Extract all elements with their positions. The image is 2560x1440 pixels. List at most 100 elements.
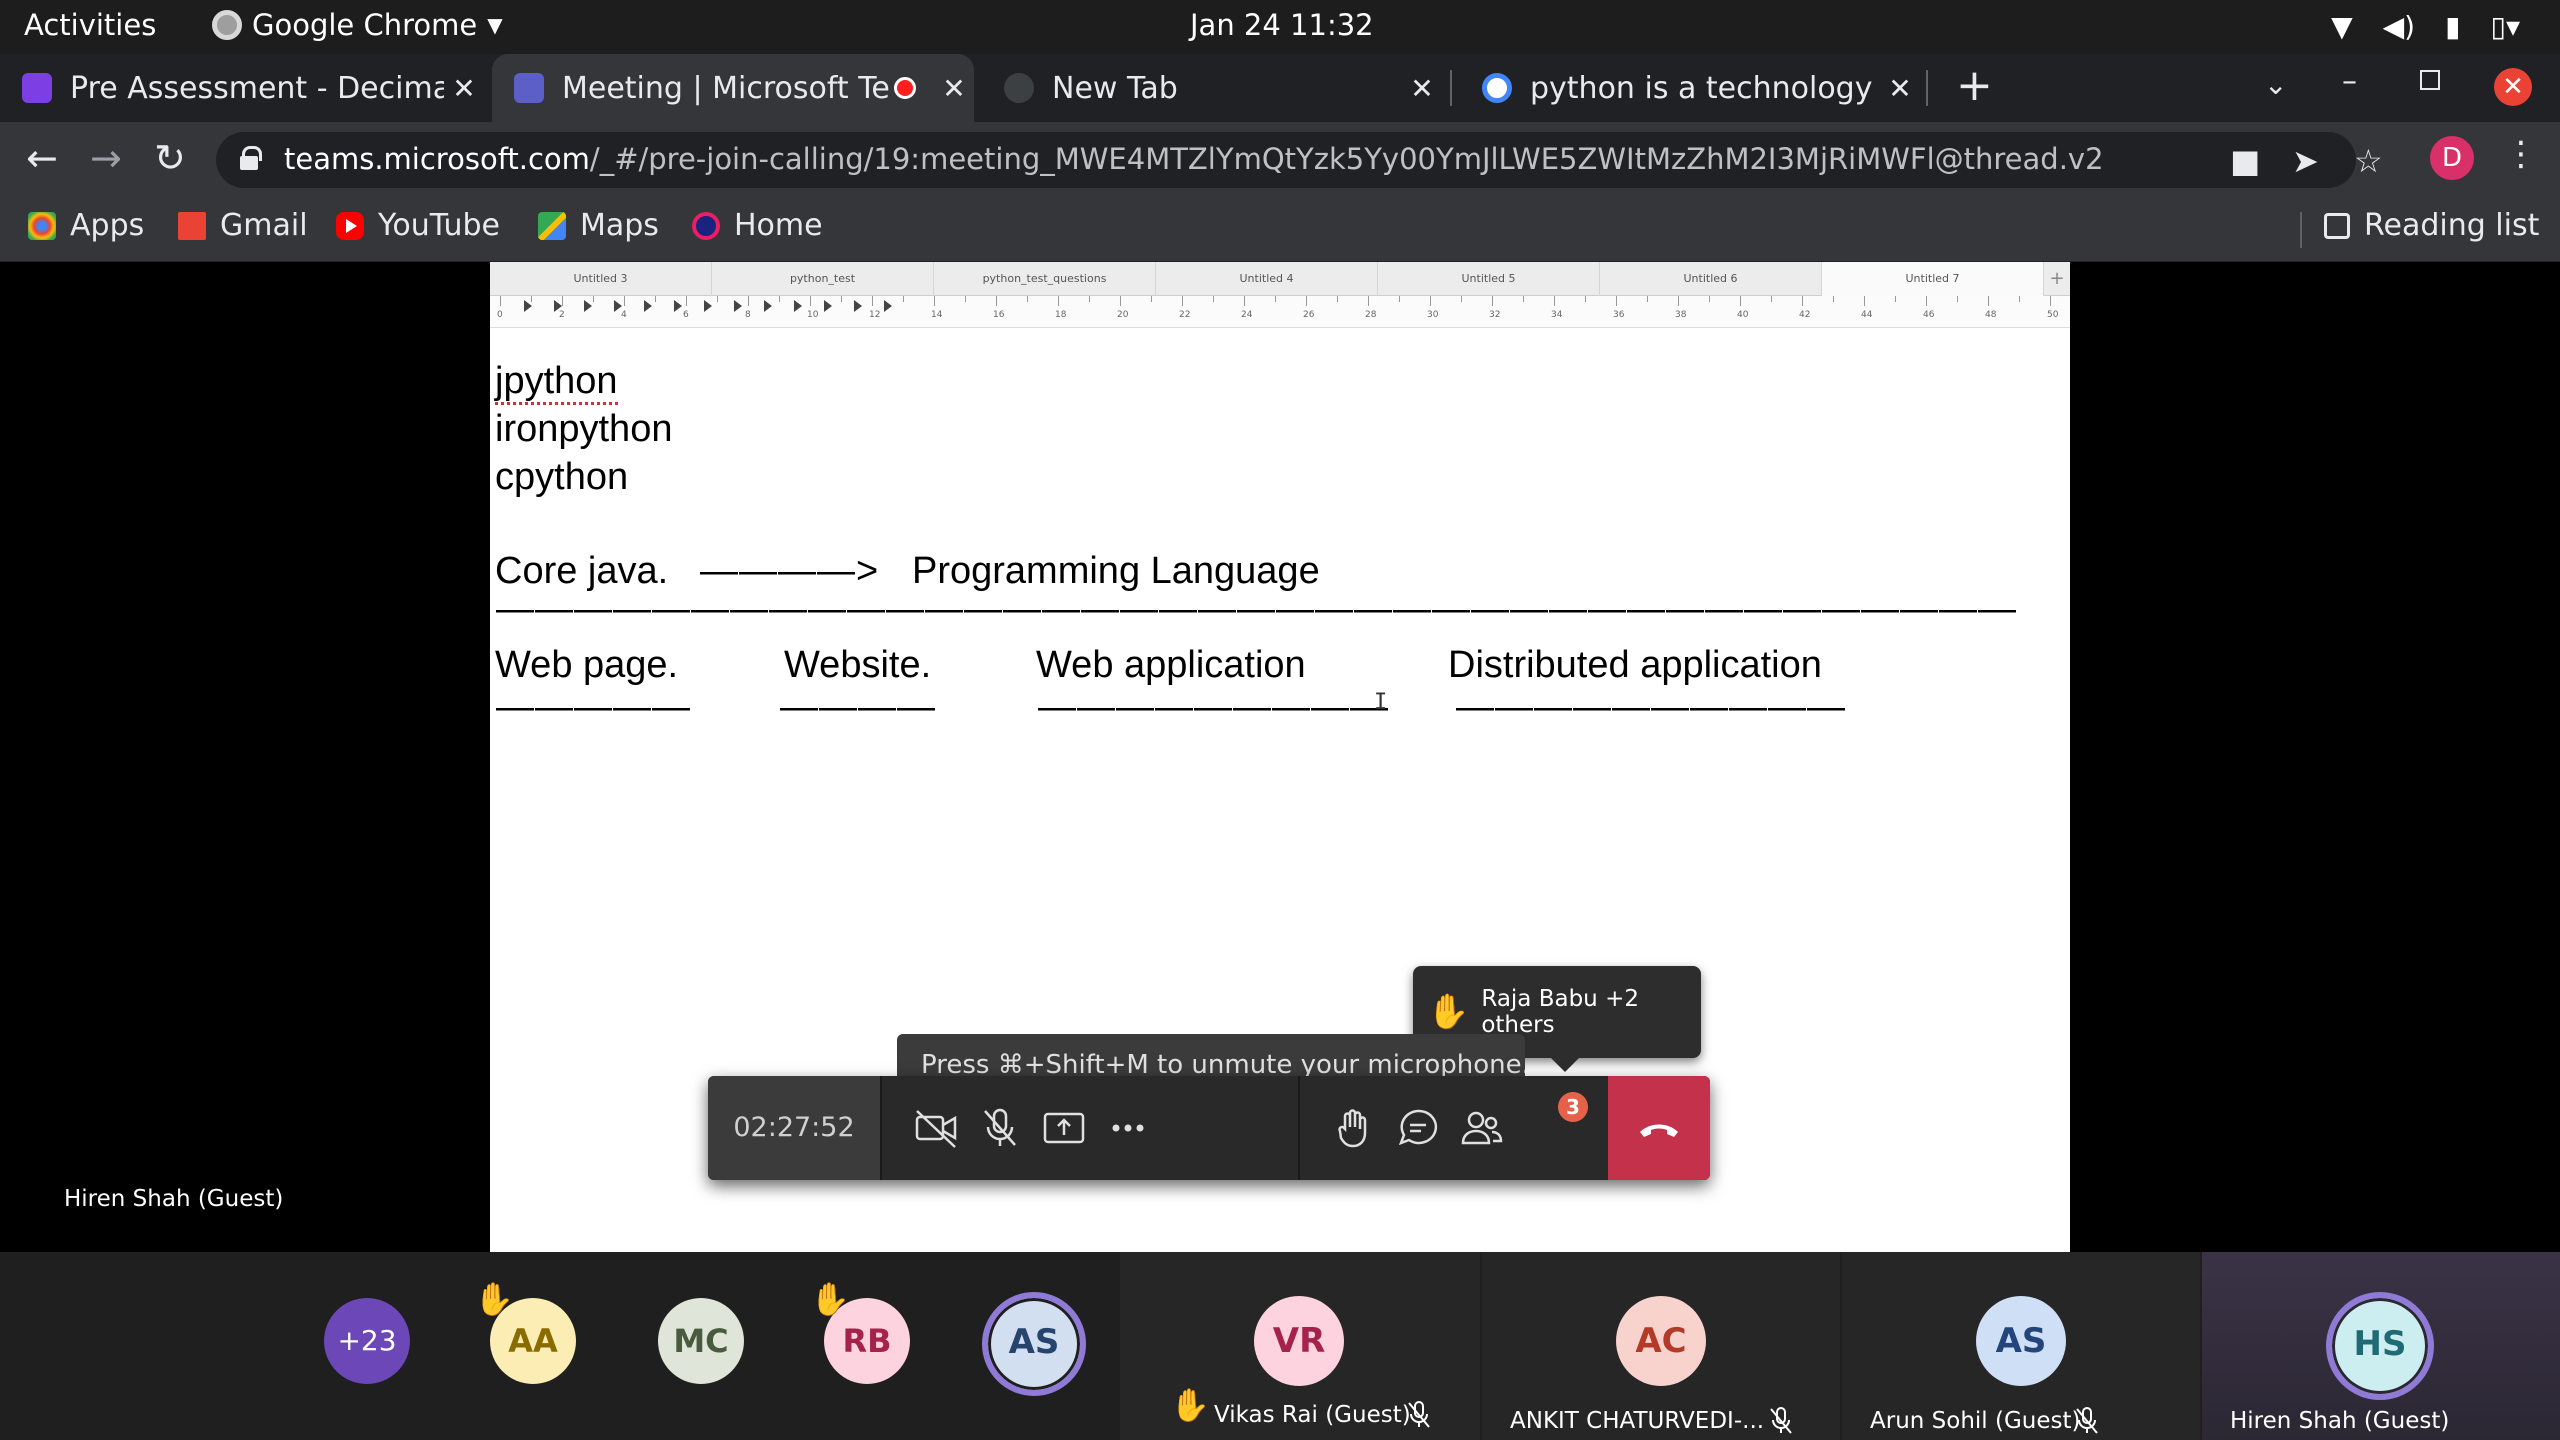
camera-in-use-icon[interactable]: ■ <box>2230 142 2260 180</box>
tab-separator <box>1926 70 1928 106</box>
participant-tile[interactable]: VR ✋ Vikas Rai (Guest) <box>1120 1252 1480 1440</box>
ruler-number: 6 <box>683 310 689 320</box>
tab-title: Pre Assessment - Decimal <box>70 70 444 106</box>
bookmark-home[interactable]: Home <box>692 208 823 243</box>
raised-hands-text: Raja Babu +2 others <box>1481 986 1639 1038</box>
ruler-tick <box>872 296 873 306</box>
ruler-tick <box>1399 296 1400 302</box>
tab-title: New Tab <box>1052 70 1178 106</box>
reading-list-button[interactable]: Reading list <box>2324 208 2539 243</box>
reload-icon[interactable]: ↻ <box>154 136 186 180</box>
participants-button[interactable] <box>1450 1098 1514 1158</box>
overflow-participants-button[interactable]: +23 <box>324 1298 410 1384</box>
ruler-number: 38 <box>1675 310 1687 320</box>
ruler-number: 50 <box>2047 310 2059 320</box>
participant-tile-self[interactable]: HS Hiren Shah (Guest) <box>2202 1252 2560 1440</box>
bookmark-gmail[interactable]: Gmail <box>178 208 308 243</box>
ruler-tick <box>500 296 501 306</box>
ruler-tick <box>1461 296 1462 302</box>
ruler-tick <box>903 296 904 302</box>
clock[interactable]: Jan 24 11:32 <box>1190 8 1374 42</box>
ruler-tick <box>1678 296 1679 306</box>
close-icon[interactable]: ✕ <box>444 72 484 105</box>
bookmark-label: Gmail <box>220 208 308 243</box>
mic-off-icon <box>1406 1400 1432 1430</box>
address-bar[interactable]: teams.microsoft.com/_#/pre-join-calling/… <box>216 132 2383 188</box>
ruler-tick <box>593 296 594 302</box>
recording-indicator-icon <box>894 77 916 99</box>
participant-name: Hiren Shah (Guest) <box>2230 1408 2450 1434</box>
activities-button[interactable]: Activities <box>24 8 156 42</box>
leave-call-button[interactable] <box>1608 1076 1710 1180</box>
bookmark-maps[interactable]: Maps <box>538 208 659 243</box>
ruler-number: 36 <box>1613 310 1625 320</box>
more-actions-button[interactable] <box>1096 1098 1160 1158</box>
doc-line: ironpython <box>495 408 673 450</box>
lock-icon[interactable] <box>240 146 262 170</box>
tab-new-tab[interactable]: New Tab ✕ <box>982 54 1442 122</box>
participant-gallery: +23 AA ✋ MC RB ✋ AS VR ✋ Vikas Rai (Gues… <box>0 1252 2560 1440</box>
tab-teams-meeting[interactable]: Meeting | Microsoft Te ✕ <box>492 54 974 122</box>
close-icon[interactable]: ✕ <box>1880 72 1920 105</box>
url-text[interactable]: teams.microsoft.com/_#/pre-join-calling/… <box>284 142 2104 176</box>
chevron-down-icon: ▼ <box>487 13 503 37</box>
minimize-button[interactable]: – <box>2342 64 2357 99</box>
browser-toolbar: ← → ↻ teams.microsoft.com/_#/pre-join-ca… <box>0 122 2560 198</box>
more-vertical-icon[interactable]: ⋮ <box>2504 134 2538 174</box>
ruler-number: 18 <box>1055 310 1067 320</box>
send-to-device-icon[interactable]: ➤ <box>2292 142 2319 180</box>
bookmark-youtube[interactable]: YouTube <box>336 208 500 243</box>
ruler-number: 0 <box>497 310 503 320</box>
doc-col-distributed-application: Distributed application <box>1448 644 1822 686</box>
camera-toggle-button[interactable] <box>904 1098 968 1158</box>
doc-line: cpython <box>495 456 629 498</box>
raised-hand-icon: ✋ <box>810 1280 850 1318</box>
bookmark-apps[interactable]: Apps <box>28 208 144 243</box>
hang-up-icon <box>1640 1124 1678 1137</box>
participant-tile[interactable]: AS Arun Sohil (Guest) <box>1842 1252 2200 1440</box>
microphone-toggle-button[interactable] <box>968 1098 1032 1158</box>
chrome-app-icon <box>212 10 242 40</box>
forward-arrow-icon[interactable]: → <box>90 136 122 180</box>
ruler-number: 30 <box>1427 310 1439 320</box>
ruler-number: 14 <box>931 310 943 320</box>
url-path: /_#/pre-join-calling/19:meeting_MWE4MTZl… <box>589 142 2104 176</box>
participant-avatar[interactable]: MC <box>658 1298 744 1384</box>
tab-stop-marker <box>884 300 892 312</box>
ruler-tick <box>1492 296 1493 306</box>
app-menu[interactable]: Google Chrome ▼ <box>212 8 503 42</box>
ruler-number: 34 <box>1551 310 1563 320</box>
bookmark-star-icon[interactable]: ☆ <box>2354 142 2383 180</box>
tab-stop-marker <box>824 300 832 312</box>
volume-icon: ◀) <box>2382 10 2416 43</box>
participant-tile[interactable]: AC ANKIT CHATURVEDI-... <box>1482 1252 1840 1440</box>
participant-avatar-speaking[interactable]: AS <box>982 1292 1086 1396</box>
window-close-button[interactable]: ✕ <box>2494 68 2532 106</box>
new-tab-button[interactable]: + <box>1956 60 1993 111</box>
share-screen-button[interactable] <box>1032 1098 1096 1158</box>
tab-google-search[interactable]: python is a technology or ✕ <box>1460 54 1920 122</box>
restore-button[interactable] <box>2420 70 2440 90</box>
back-arrow-icon[interactable]: ← <box>26 136 58 180</box>
url-host: teams.microsoft.com <box>284 142 590 176</box>
participant-avatar: AS <box>1976 1296 2066 1386</box>
tab-pre-assessment[interactable]: Pre Assessment - Decimal ✕ <box>0 54 484 122</box>
home-bookmark-icon <box>692 211 720 240</box>
close-icon[interactable]: ✕ <box>934 72 974 105</box>
close-icon[interactable]: ✕ <box>1402 72 1442 105</box>
add-doc-tab-icon: + <box>2049 268 2065 289</box>
doc-underline: ————————— <box>1038 686 1389 728</box>
profile-avatar[interactable]: D <box>2430 136 2474 180</box>
ruler-tick <box>1740 296 1741 306</box>
ruler-tick <box>748 296 749 306</box>
ruler-tick <box>1616 296 1617 306</box>
microphone-icon: ▮ <box>2445 10 2461 43</box>
doc-tab: python_test_questions <box>934 262 1156 296</box>
system-tray[interactable]: ▼ ◀) ▮ ▯▾ <box>2331 10 2520 43</box>
ruler-tick <box>1864 296 1865 306</box>
tab-search-chevron-icon[interactable]: ⌄ <box>2264 68 2287 101</box>
chat-button[interactable] <box>1386 1098 1450 1158</box>
youtube-icon <box>336 211 364 240</box>
tab-stop-marker <box>554 300 562 312</box>
raise-hand-button[interactable] <box>1322 1098 1386 1158</box>
